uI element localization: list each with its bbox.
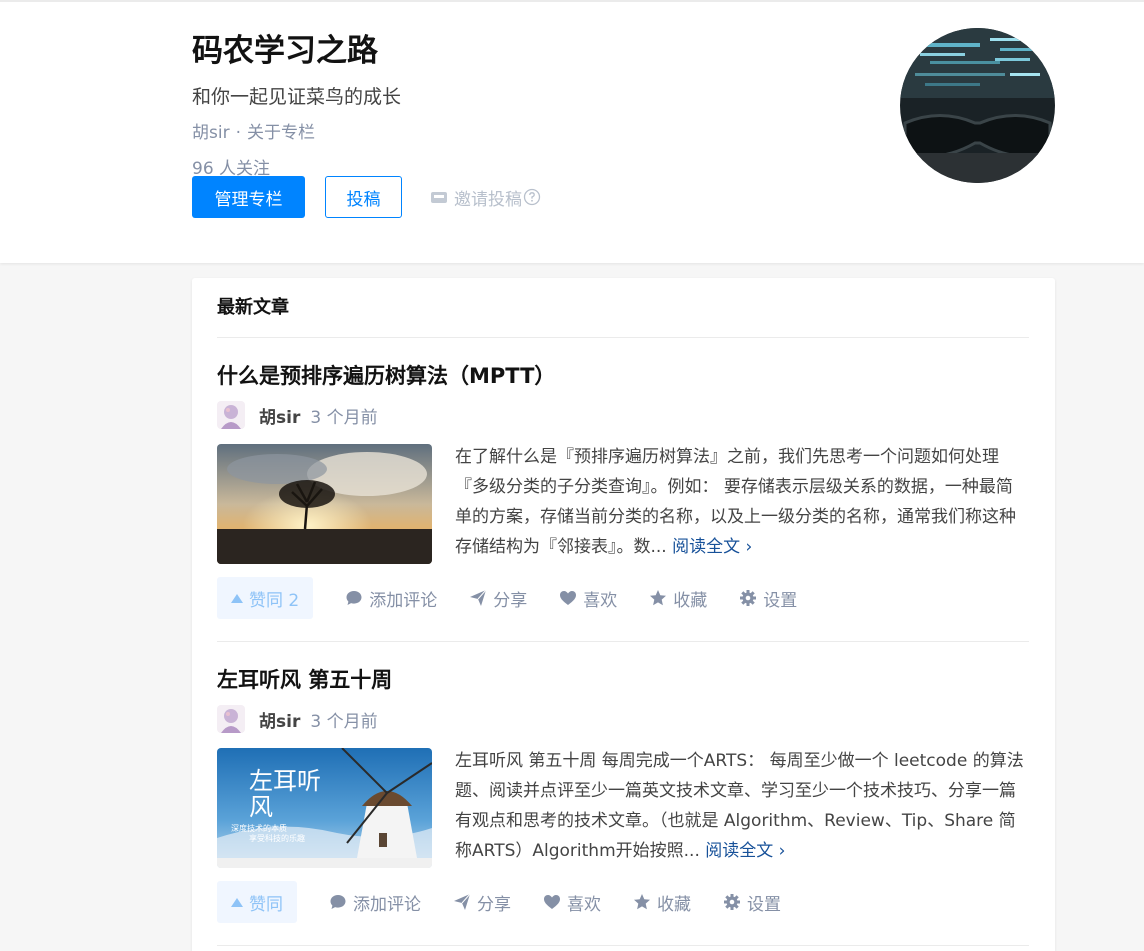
star-icon — [634, 894, 650, 910]
upvote-triangle-icon — [231, 593, 243, 603]
submit-article-button[interactable]: 投稿 — [325, 176, 402, 218]
article-actions: 赞同 添加评论 分享 喜欢 收藏 设置 — [217, 880, 1029, 924]
like-label: 喜欢 — [583, 590, 618, 611]
column-avatar — [900, 28, 1055, 183]
comment-icon — [346, 591, 362, 605]
share-button[interactable]: 分享 — [453, 890, 511, 915]
collect-button[interactable]: 收藏 — [649, 586, 707, 611]
meta-separator: · — [235, 123, 241, 143]
share-label: 分享 — [493, 590, 528, 611]
article-actions: 赞同 2 添加评论 分享 喜欢 收藏 设置 — [217, 576, 1029, 620]
article-item: 左耳听风 第五十周 胡sir 3 个月前 左耳听风 深度技术的本质 享受科技的乐… — [217, 660, 1029, 924]
author-name[interactable]: 胡sir — [259, 707, 300, 732]
article-divider — [217, 641, 1029, 642]
thumbnail-subtitle-2: 享受科技的乐趣 — [249, 834, 305, 843]
article-author-row: 胡sir 3 个月前 — [217, 398, 1029, 432]
article-title[interactable]: 什么是预排序遍历树算法（MPTT） — [217, 356, 1029, 396]
article-excerpt[interactable]: 左耳听风 第五十周 每周完成一个ARTS： 每周至少做一个 leetcode 的… — [455, 746, 1029, 868]
share-label: 分享 — [477, 894, 511, 915]
article-thumbnail[interactable] — [217, 444, 432, 564]
upvote-label: 赞同 — [249, 894, 283, 915]
upvote-label: 赞同 2 — [249, 590, 300, 611]
upvote-button[interactable]: 赞同 — [217, 881, 297, 923]
author-avatar[interactable] — [217, 705, 245, 733]
article-time: 3 个月前 — [310, 711, 378, 732]
like-label: 喜欢 — [567, 894, 601, 915]
article-body: 左耳听风 深度技术的本质 享受科技的乐趣 左耳听风 第五十周 每周完成一个ART… — [217, 748, 1029, 868]
upvote-triangle-icon — [231, 897, 243, 907]
author-name[interactable]: 胡sir — [259, 403, 300, 428]
collect-label: 收藏 — [657, 894, 691, 915]
comment-label: 添加评论 — [353, 894, 421, 915]
collect-button[interactable]: 收藏 — [633, 890, 691, 915]
paper-plane-icon — [470, 589, 487, 606]
column-actions: 管理专栏 投稿 邀请投稿 — [192, 176, 541, 218]
article-author-row: 胡sir 3 个月前 — [217, 702, 1029, 736]
article-thumbnail[interactable]: 左耳听风 深度技术的本质 享受科技的乐趣 — [217, 748, 432, 868]
settings-label: 设置 — [747, 894, 781, 915]
invite-submission-button[interactable]: 邀请投稿 — [430, 185, 541, 210]
author-avatar[interactable] — [217, 401, 245, 429]
thumbnail-title-text: 左耳听风 — [249, 767, 321, 821]
comment-button[interactable]: 添加评论 — [329, 890, 421, 915]
like-button[interactable]: 喜欢 — [543, 890, 601, 915]
column-header: 码农学习之路 和你一起见证菜鸟的成长 胡sir · 关于专栏 96 人关注 管理专栏… — [0, 0, 1144, 263]
article-body: 在了解什么是『预排序遍历树算法』之前，我们先思考一个问题如何处理『多级分类的子分… — [217, 444, 1029, 564]
help-icon — [523, 188, 541, 206]
comment-icon — [330, 895, 346, 909]
article-feed-card: 最新文章 什么是预排序遍历树算法（MPTT） 胡sir 3 个月前 在了解什么是… — [192, 278, 1055, 951]
settings-label: 设置 — [763, 590, 798, 611]
heart-icon — [560, 591, 577, 605]
settings-button[interactable]: 设置 — [739, 586, 797, 611]
article-title[interactable]: 左耳听风 第五十周 — [217, 660, 1029, 700]
thumbnail-subtitle-1: 深度技术的本质 — [231, 824, 287, 833]
like-button[interactable]: 喜欢 — [559, 586, 617, 611]
inbox-icon — [431, 192, 447, 203]
heart-icon — [544, 895, 560, 909]
feed-heading: 最新文章 — [217, 278, 1029, 338]
star-icon — [650, 590, 667, 606]
invite-label: 邀请投稿 — [454, 189, 522, 210]
collect-label: 收藏 — [673, 590, 708, 611]
settings-button[interactable]: 设置 — [723, 890, 781, 915]
read-more-link[interactable]: 阅读全文 › — [672, 537, 752, 557]
paper-plane-icon — [454, 893, 471, 910]
read-more-link[interactable]: 阅读全文 › — [705, 841, 785, 861]
upvote-button[interactable]: 赞同 2 — [217, 577, 314, 619]
article-time: 3 个月前 — [310, 407, 378, 428]
manage-column-button[interactable]: 管理专栏 — [192, 176, 305, 218]
gear-icon — [724, 894, 740, 910]
comment-label: 添加评论 — [369, 590, 438, 611]
article-divider — [217, 945, 1029, 946]
article-item: 什么是预排序遍历树算法（MPTT） 胡sir 3 个月前 在了解什么是『预排序遍… — [217, 356, 1029, 620]
comment-button[interactable]: 添加评论 — [345, 586, 437, 611]
share-button[interactable]: 分享 — [469, 586, 527, 611]
about-column-link[interactable]: 关于专栏 — [247, 123, 315, 143]
gear-icon — [740, 590, 757, 606]
article-excerpt[interactable]: 在了解什么是『预排序遍历树算法』之前，我们先思考一个问题如何处理『多级分类的子分… — [455, 442, 1029, 564]
owner-link[interactable]: 胡sir — [192, 123, 230, 143]
